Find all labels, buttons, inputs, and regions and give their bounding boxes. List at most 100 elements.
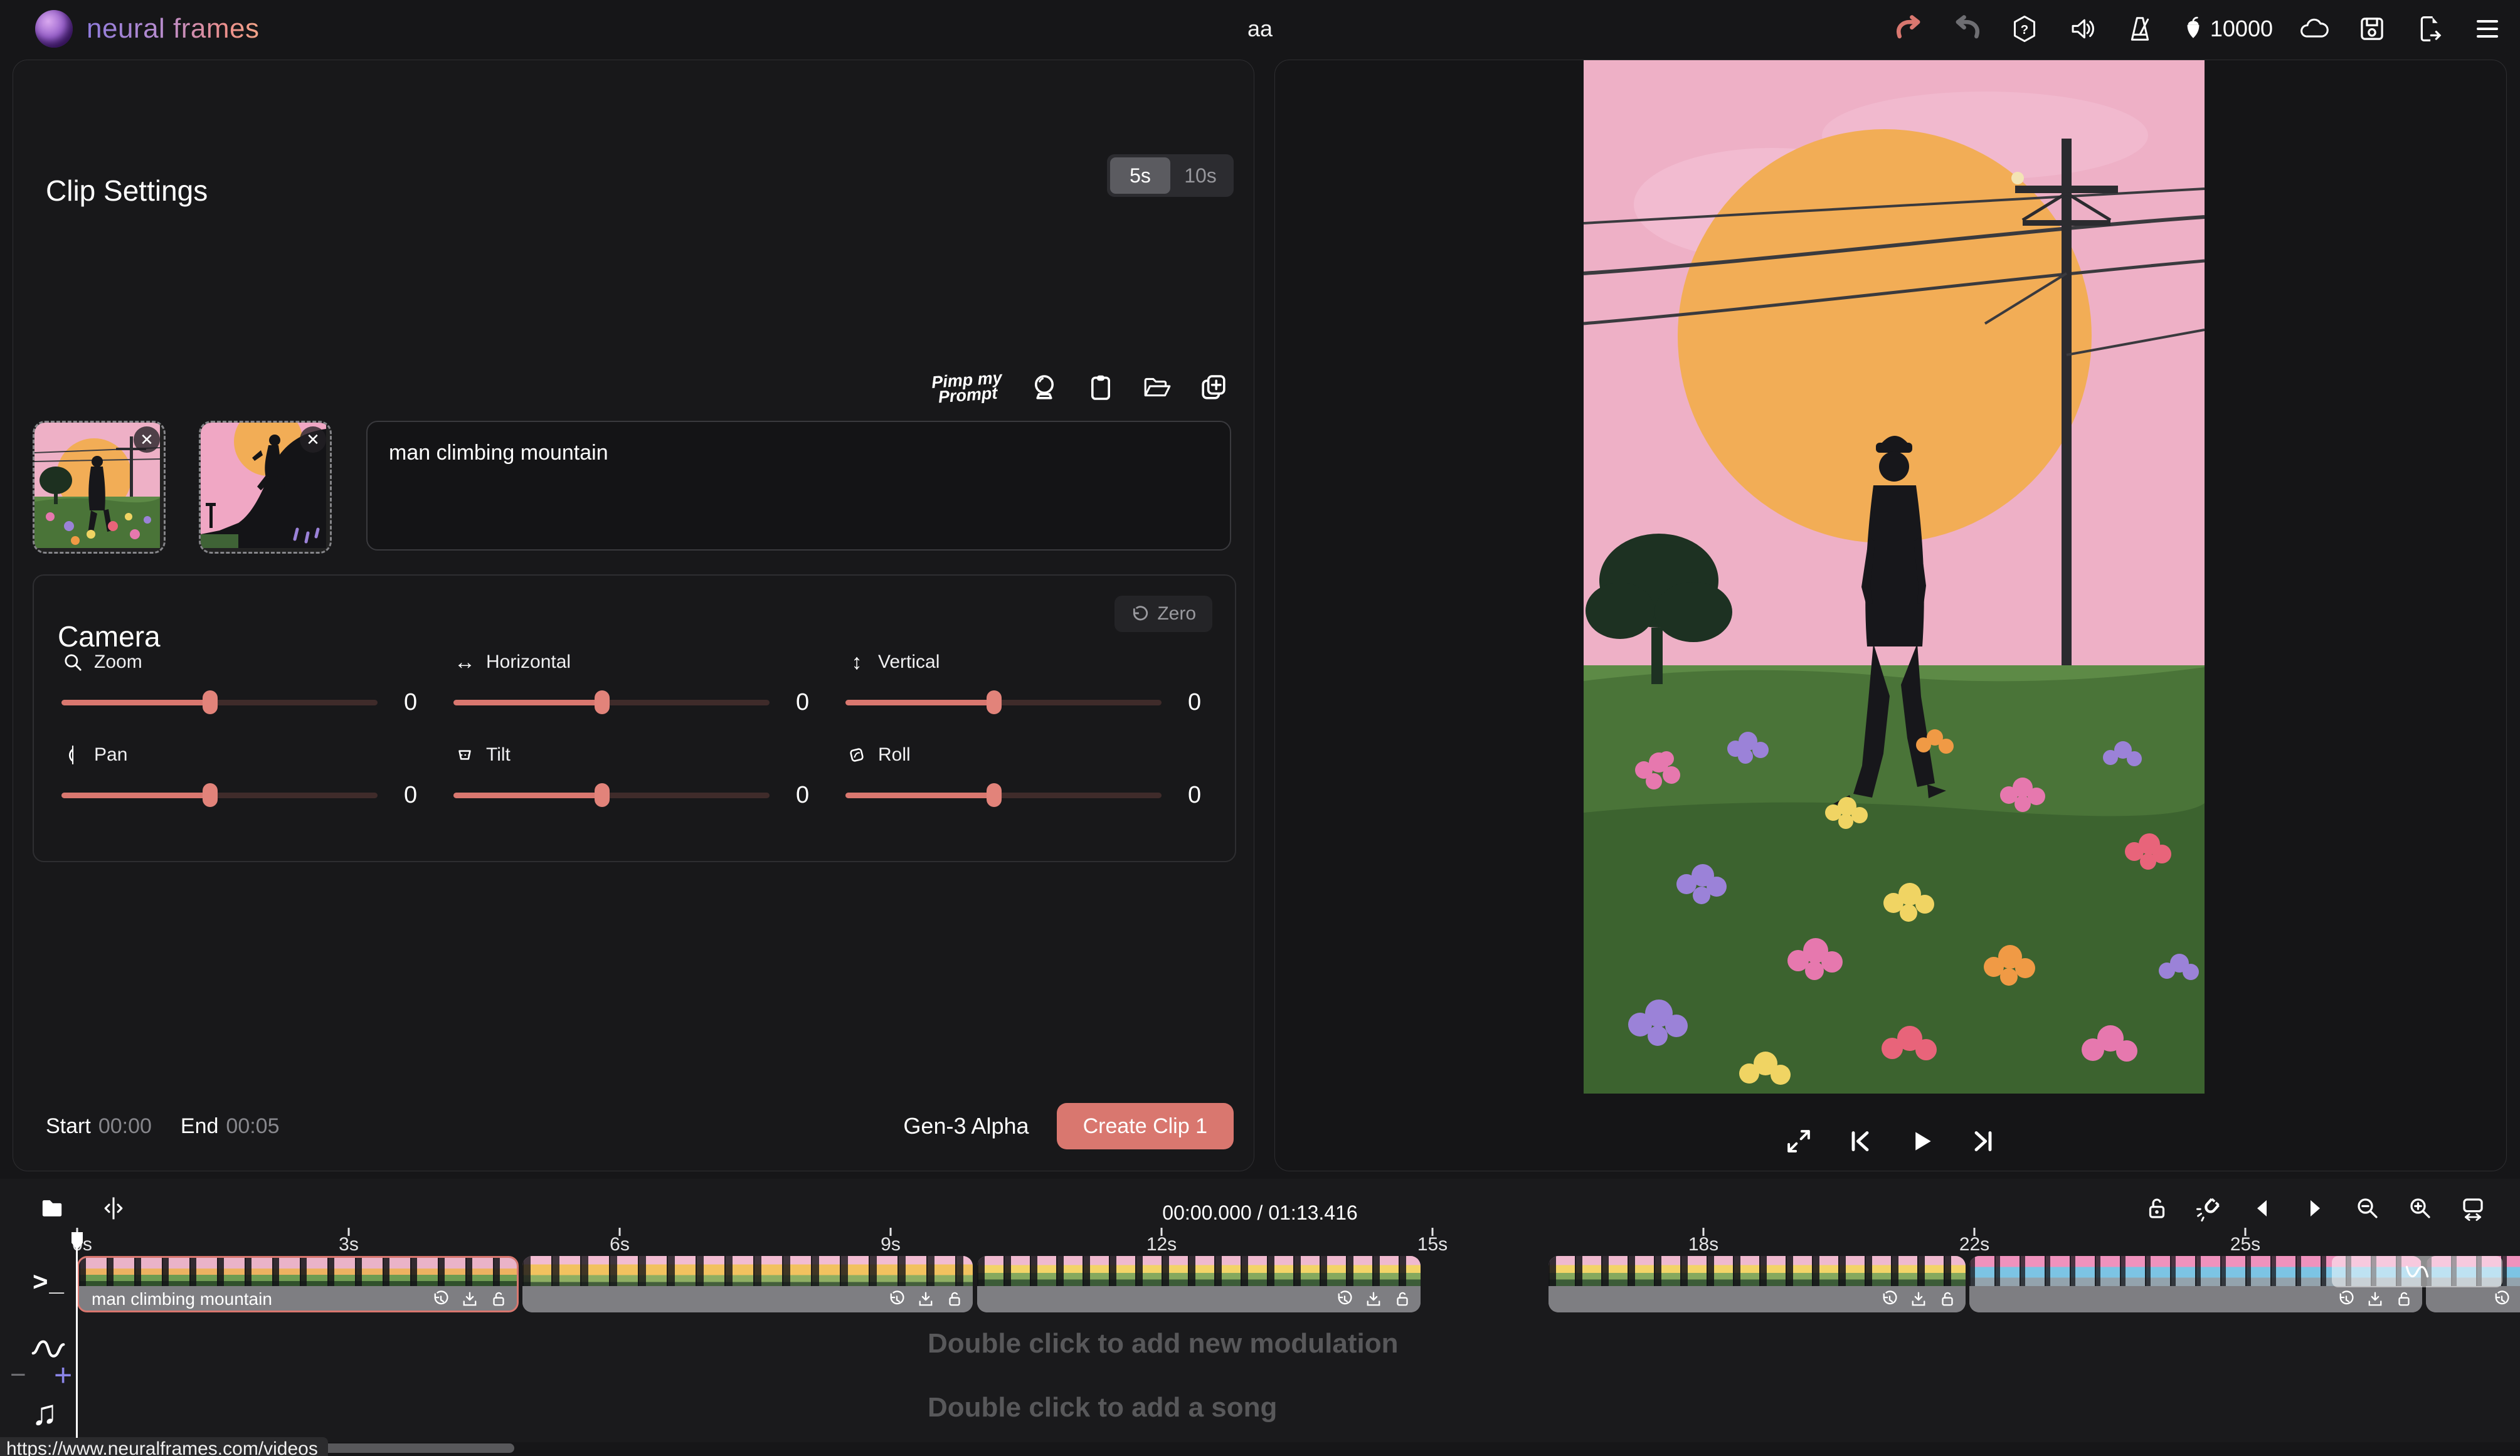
song-track-row[interactable]: Double click to add a song [0, 1378, 2520, 1438]
modulation-track-row[interactable]: Double click to add new modulation [0, 1314, 2520, 1374]
playhead[interactable] [70, 1232, 84, 1250]
ruler-label-3s: 3s [339, 1234, 359, 1255]
redo-button[interactable] [1951, 13, 1983, 45]
camera-zero-button[interactable]: Zero [1114, 596, 1212, 632]
credits-counter[interactable]: 10000 [2181, 16, 2273, 42]
timeline-clip-2[interactable] [522, 1256, 973, 1312]
clip-3-filmstrip [977, 1256, 1421, 1286]
clip-settings-footer: Start 00:00 End 00:05 Gen-3 Alpha Create… [46, 1100, 1234, 1153]
fullscreen-icon[interactable] [1784, 1126, 1814, 1156]
end-label: End [181, 1114, 219, 1139]
preview-controls [1784, 1126, 1998, 1156]
undo-button[interactable] [1893, 13, 1925, 45]
camera-title: Camera [58, 620, 161, 653]
project-title[interactable]: aa [1247, 16, 1273, 42]
help-icon[interactable]: ? [2008, 13, 2041, 45]
remove-keyframe-2-icon[interactable]: ✕ [300, 426, 326, 453]
keyframe-thumbnail-2[interactable]: ✕ [199, 421, 332, 554]
pimp-my-prompt-button[interactable]: Pimp my Prompt [931, 370, 1004, 405]
clip-3-lock-icon[interactable] [1393, 1290, 1412, 1309]
zoom-slider-thumb[interactable] [203, 690, 218, 714]
clipboard-icon[interactable] [1086, 372, 1116, 403]
clip-4-history-icon[interactable] [1880, 1290, 1899, 1309]
duration-5s-option[interactable]: 5s [1110, 157, 1170, 194]
zoom-icon [61, 652, 84, 673]
open-folder-icon[interactable] [1142, 372, 1172, 403]
clip-3-download-icon[interactable] [1364, 1290, 1383, 1309]
skip-to-end-icon[interactable] [1968, 1126, 1998, 1156]
zoom-value: 0 [404, 689, 433, 716]
roll-slider-thumb[interactable] [987, 783, 1002, 807]
clip-1-lock-icon[interactable] [489, 1290, 508, 1309]
skip-to-start-icon[interactable] [1845, 1126, 1875, 1156]
timeline-clip-1[interactable]: man climbing mountain [77, 1256, 519, 1312]
timeline-ruler[interactable]: 0s 3s 6s 9s 12s 15s 18s 22s 25s [0, 1228, 2520, 1255]
roll-slider[interactable] [845, 793, 1162, 798]
zoom-slider[interactable] [61, 700, 378, 705]
statusbar-link: https://www.neuralframes.com/videos [0, 1437, 328, 1456]
horizontal-slider[interactable] [453, 700, 770, 705]
clip-1-history-icon[interactable] [431, 1290, 450, 1309]
play-icon[interactable] [1907, 1126, 1937, 1156]
fit-timeline-icon[interactable] [2457, 1193, 2489, 1224]
song-hint-text: Double click to add a song [928, 1392, 1277, 1423]
clip-2-lock-icon[interactable] [945, 1290, 964, 1309]
transition-overlay[interactable] [2332, 1256, 2502, 1287]
prompt-tools: Pimp my Prompt [932, 372, 1229, 403]
clip-5-download-icon[interactable] [2366, 1290, 2385, 1309]
pan-icon [61, 744, 84, 766]
clip-1-download-icon[interactable] [460, 1290, 479, 1309]
topbar: neural frames aa ? 10000 [0, 0, 2520, 58]
magnet-snap-icon[interactable] [2194, 1193, 2225, 1224]
clip-2-history-icon[interactable] [887, 1290, 906, 1309]
keyframe-thumbnail-1[interactable]: ✕ [33, 421, 166, 554]
slider-horizontal: ↔ Horizontal 0 [453, 650, 825, 715]
zoom-in-icon[interactable] [2405, 1193, 2436, 1224]
menu-icon[interactable] [2471, 13, 2504, 45]
next-clip-icon[interactable] [2299, 1193, 2331, 1224]
app-root: neural frames aa ? 10000 [0, 0, 2520, 1456]
create-clip-button[interactable]: Create Clip 1 [1057, 1103, 1234, 1149]
video-preview [1584, 60, 2205, 1094]
pan-slider[interactable] [61, 793, 378, 798]
ruler-label-15s: 15s [1417, 1234, 1448, 1255]
duplicate-add-icon[interactable] [1199, 372, 1229, 403]
lock-icon[interactable] [2141, 1193, 2173, 1224]
clip-3-history-icon[interactable] [1335, 1290, 1354, 1309]
start-label: Start [46, 1114, 91, 1139]
volume-icon[interactable] [2066, 13, 2099, 45]
vertical-slider[interactable] [845, 700, 1162, 705]
crystal-ball-icon[interactable] [1029, 372, 1059, 403]
prompt-track-icon[interactable]: >_ [33, 1267, 65, 1297]
brand-avatar[interactable] [35, 10, 73, 48]
prev-clip-icon[interactable] [2247, 1193, 2278, 1224]
reset-icon [1131, 604, 1150, 623]
slider-zoom: Zoom 0 [61, 650, 433, 715]
horizontal-slider-thumb[interactable] [595, 690, 610, 714]
svg-text:?: ? [2021, 23, 2029, 37]
timeline-clip-3[interactable] [977, 1256, 1421, 1312]
cloud-icon[interactable] [2298, 13, 2331, 45]
clip-6-history-icon[interactable] [2492, 1290, 2511, 1309]
timeline-clip-4[interactable] [1549, 1256, 1966, 1312]
tilt-slider-thumb[interactable] [595, 783, 610, 807]
topbar-actions: ? 10000 [1893, 0, 2504, 58]
tilt-slider[interactable] [453, 793, 770, 798]
clip-5-lock-icon[interactable] [2395, 1290, 2413, 1309]
vertical-slider-thumb[interactable] [987, 690, 1002, 714]
project-folder-icon[interactable] [36, 1193, 68, 1224]
clip-2-download-icon[interactable] [916, 1290, 935, 1309]
zoom-out-icon[interactable] [2352, 1193, 2383, 1224]
remove-keyframe-1-icon[interactable]: ✕ [134, 426, 160, 453]
resize-clip-icon[interactable] [98, 1193, 129, 1224]
prompt-input[interactable]: man climbing mountain [366, 421, 1231, 551]
clip-4-download-icon[interactable] [1909, 1290, 1928, 1309]
export-icon[interactable] [2413, 13, 2446, 45]
save-icon[interactable] [2356, 13, 2388, 45]
clip-5-history-icon[interactable] [2337, 1290, 2356, 1309]
pan-slider-thumb[interactable] [203, 783, 218, 807]
duration-10s-option[interactable]: 10s [1170, 157, 1231, 194]
clip-4-lock-icon[interactable] [1938, 1290, 1957, 1309]
metronome-icon[interactable] [2124, 13, 2156, 45]
model-selector[interactable]: Gen-3 Alpha [903, 1113, 1029, 1139]
